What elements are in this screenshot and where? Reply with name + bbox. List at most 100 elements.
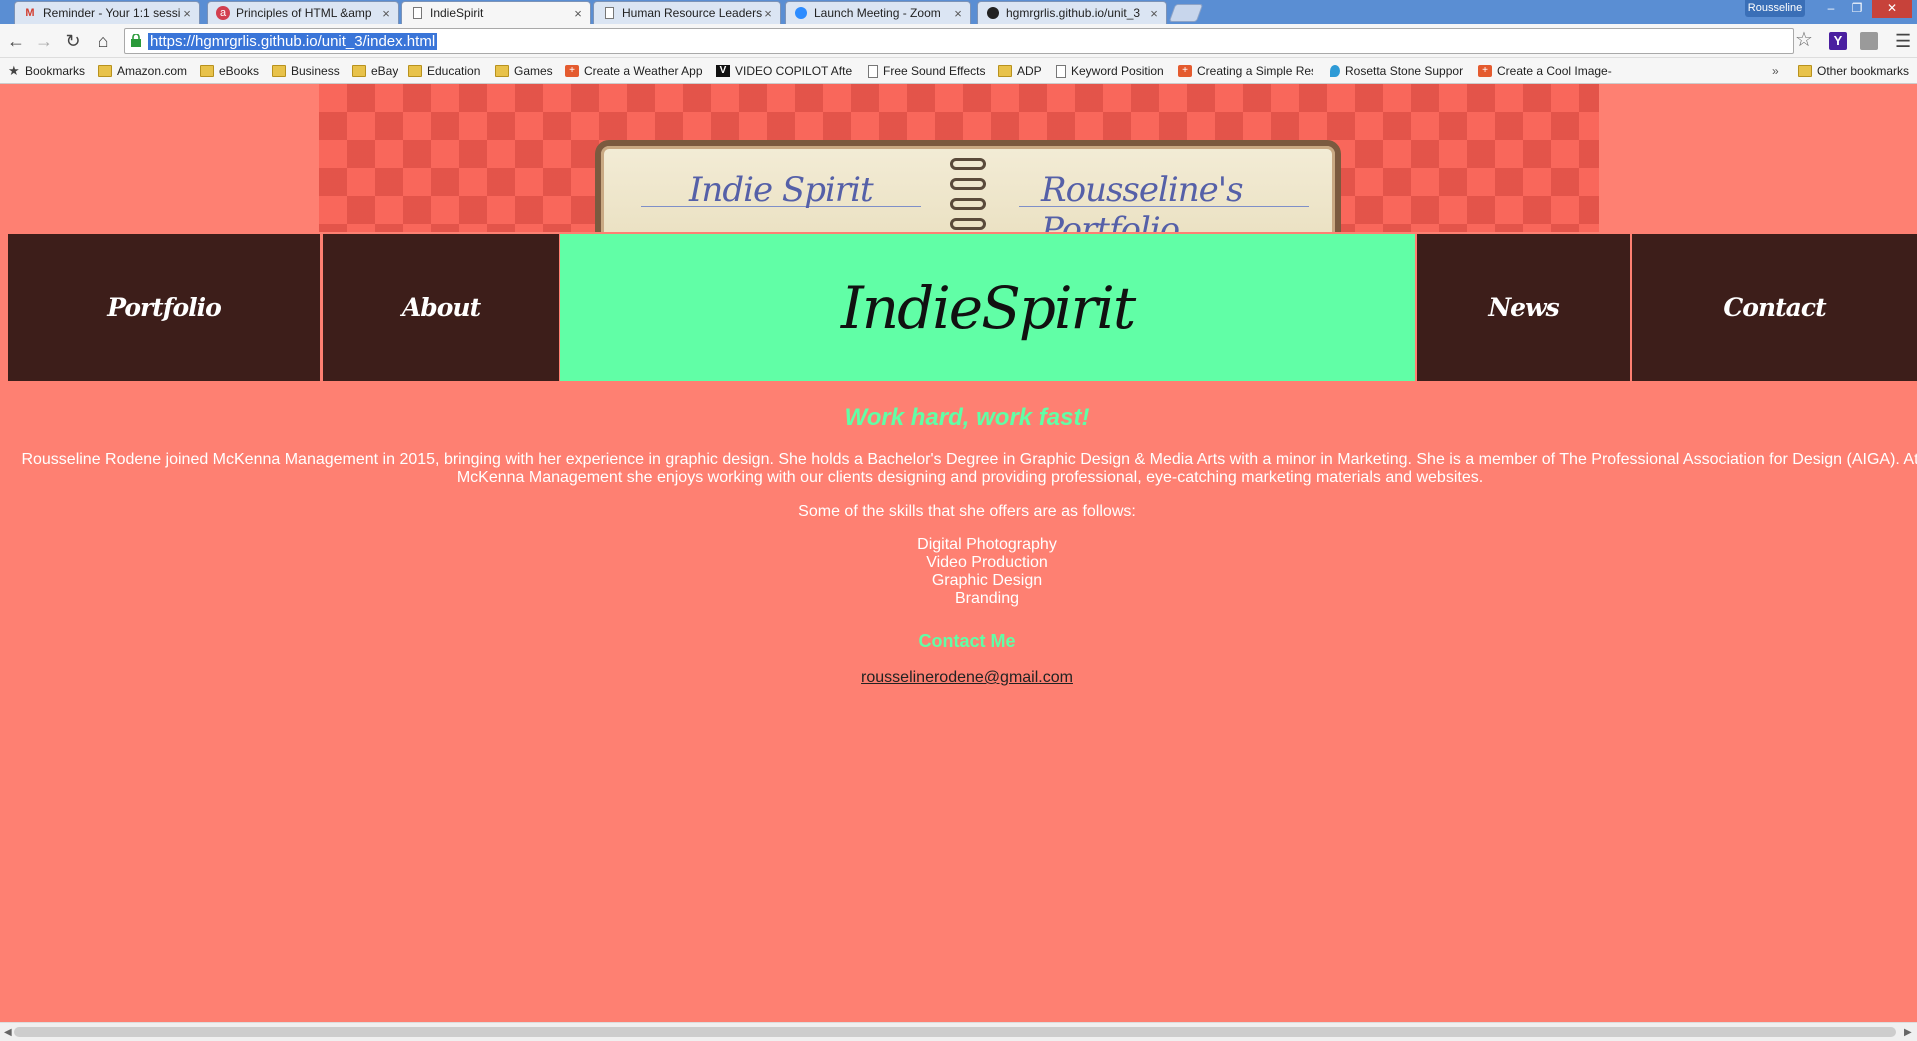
bookmark-label: ADP bbox=[1017, 64, 1042, 78]
zoom-icon bbox=[794, 6, 808, 20]
bookmark-ebay[interactable]: eBay bbox=[352, 63, 398, 79]
nav-news[interactable]: News bbox=[1417, 234, 1630, 381]
back-icon[interactable]: ← bbox=[5, 30, 27, 52]
contact-heading: Contact Me bbox=[918, 631, 1016, 651]
bookmark-label: Other bookmarks bbox=[1817, 64, 1910, 78]
bookmark-label: Amazon.com bbox=[117, 64, 188, 78]
bookmark-keyword-position[interactable]: Keyword Position bbox=[1056, 63, 1164, 79]
bookmark-other[interactable]: Other bookmarks bbox=[1798, 63, 1909, 79]
bookmark-label: eBooks bbox=[219, 64, 260, 78]
plus-icon: + bbox=[565, 65, 579, 77]
bookmark-label: Bookmarks bbox=[25, 64, 86, 78]
forward-icon[interactable]: → bbox=[33, 30, 55, 52]
folder-icon bbox=[408, 65, 422, 77]
skill-item: Video Production bbox=[926, 554, 1048, 571]
ring bbox=[950, 198, 986, 210]
bookmark-label: Games bbox=[514, 64, 553, 78]
bookmark-free-sound[interactable]: Free Sound Effects bbox=[868, 63, 986, 79]
bookmark-bookmarks[interactable]: ★ Bookmarks bbox=[8, 63, 85, 79]
lock-icon bbox=[131, 34, 141, 47]
bio-paragraph: Rousseline Rodene joined McKenna Managem… bbox=[10, 451, 1917, 487]
bookmark-rosetta-stone[interactable]: Rosetta Stone Suppor bbox=[1330, 63, 1465, 79]
new-tab-button[interactable] bbox=[1168, 4, 1204, 22]
tab-reminder[interactable]: M Reminder - Your 1:1 sessi × bbox=[14, 1, 200, 24]
address-bar[interactable]: https://hgmrgrlis.github.io/unit_3/index… bbox=[124, 28, 1794, 54]
v-icon: V bbox=[716, 65, 730, 77]
rosetta-icon bbox=[1330, 65, 1340, 77]
home-icon[interactable]: ⌂ bbox=[92, 30, 114, 52]
bookmark-label: Create a Weather App bbox=[584, 64, 703, 78]
menu-icon[interactable]: ☰ bbox=[1895, 32, 1911, 50]
bookmark-education[interactable]: Education bbox=[408, 63, 480, 79]
tab-github[interactable]: hgmrgrlis.github.io/unit_3 × bbox=[977, 1, 1167, 24]
scroll-right-icon[interactable]: ▶ bbox=[1904, 1027, 1912, 1038]
star-icon: ★ bbox=[8, 63, 20, 78]
bookmark-weather-app[interactable]: + Create a Weather App bbox=[565, 63, 703, 79]
folder-icon bbox=[495, 65, 509, 77]
close-icon[interactable]: × bbox=[181, 6, 193, 21]
bookmark-simple-res[interactable]: + Creating a Simple Res bbox=[1178, 63, 1313, 79]
ring bbox=[950, 178, 986, 190]
tab-title: Launch Meeting - Zoom bbox=[814, 6, 941, 20]
bookmark-business[interactable]: Business bbox=[272, 63, 340, 79]
bookmark-cool-image[interactable]: + Create a Cool Image- bbox=[1478, 63, 1613, 79]
bookmark-adp[interactable]: ADP bbox=[998, 63, 1042, 79]
plus-icon: + bbox=[1178, 65, 1192, 77]
extension-icon[interactable] bbox=[1860, 32, 1878, 50]
page-icon bbox=[410, 6, 424, 20]
banner-right-text: Rousseline's Portfolio bbox=[1041, 170, 1244, 232]
ring bbox=[950, 218, 986, 230]
scrollbar-thumb[interactable] bbox=[14, 1027, 1896, 1037]
skill-item: Graphic Design bbox=[931, 572, 1043, 589]
page-icon bbox=[868, 64, 878, 78]
reload-icon[interactable]: ↻ bbox=[62, 30, 84, 52]
spiral-rings bbox=[946, 152, 990, 232]
profile-button[interactable]: Rousseline bbox=[1745, 0, 1805, 17]
bookmark-video-copilot[interactable]: V VIDEO COPILOT Afte bbox=[716, 63, 854, 79]
restore-icon[interactable]: ❐ bbox=[1846, 0, 1868, 18]
close-icon[interactable]: × bbox=[572, 6, 584, 21]
tab-title: Principles of HTML &amp bbox=[236, 6, 372, 20]
ring bbox=[950, 158, 986, 170]
tab-human-resource[interactable]: Human Resource Leaders × bbox=[593, 1, 781, 24]
main-nav: Portfolio About IndieSpirit News Contact bbox=[8, 234, 1917, 381]
yahoo-extension-icon[interactable]: Y bbox=[1829, 32, 1847, 50]
close-icon[interactable]: × bbox=[952, 6, 964, 21]
banner-left-text: Indie Spirit bbox=[689, 170, 874, 210]
bookmarks-overflow-chevron[interactable]: » bbox=[1772, 63, 1779, 79]
horizontal-scrollbar[interactable]: ◀ ▶ bbox=[0, 1022, 1917, 1041]
tab-indiespirit[interactable]: IndieSpirit × bbox=[401, 1, 591, 24]
gmail-icon: M bbox=[25, 7, 35, 19]
tab-title: Reminder - Your 1:1 sessi bbox=[43, 6, 181, 20]
bookmark-label: Keyword Position bbox=[1071, 64, 1164, 78]
tab-principles-html[interactable]: a Principles of HTML &amp × bbox=[207, 1, 399, 24]
close-icon[interactable]: × bbox=[762, 6, 774, 21]
scroll-left-icon[interactable]: ◀ bbox=[4, 1027, 12, 1038]
tab-title: IndieSpirit bbox=[430, 6, 484, 20]
page-icon bbox=[602, 6, 616, 20]
bookmark-games[interactable]: Games bbox=[495, 63, 553, 79]
url-text[interactable]: https://hgmrgrlis.github.io/unit_3/index… bbox=[148, 33, 438, 50]
bookmark-amazon[interactable]: Amazon.com bbox=[98, 63, 187, 79]
close-icon[interactable]: × bbox=[380, 6, 392, 21]
browser-tabstrip: M Reminder - Your 1:1 sessi × a Principl… bbox=[0, 0, 1917, 24]
page-icon bbox=[1056, 64, 1066, 78]
email-link[interactable]: rousselinerodene@gmail.com bbox=[861, 669, 1073, 686]
close-window-icon[interactable]: ✕ bbox=[1872, 0, 1912, 18]
minimize-icon[interactable]: – bbox=[1820, 0, 1842, 18]
bio-line: McKenna Management she enjoys working wi… bbox=[456, 469, 1484, 486]
bookmark-label: Business bbox=[291, 64, 340, 78]
bio-line: Rousseline Rodene joined McKenna Managem… bbox=[21, 451, 1917, 468]
nav-contact[interactable]: Contact bbox=[1632, 234, 1917, 381]
nav-about[interactable]: About bbox=[323, 234, 559, 381]
close-icon[interactable]: × bbox=[1148, 6, 1160, 21]
bookmark-label: Create a Cool Image- bbox=[1497, 64, 1612, 78]
tab-zoom[interactable]: Launch Meeting - Zoom × bbox=[785, 1, 971, 24]
folder-icon bbox=[352, 65, 366, 77]
bookmark-label: Education bbox=[427, 64, 481, 78]
course-icon: a bbox=[216, 6, 230, 20]
tagline-heading: Work hard, work fast! bbox=[844, 404, 1090, 431]
nav-portfolio[interactable]: Portfolio bbox=[8, 234, 320, 381]
bookmark-star-icon[interactable]: ☆ bbox=[1795, 30, 1813, 50]
bookmark-ebooks[interactable]: eBooks bbox=[200, 63, 259, 79]
